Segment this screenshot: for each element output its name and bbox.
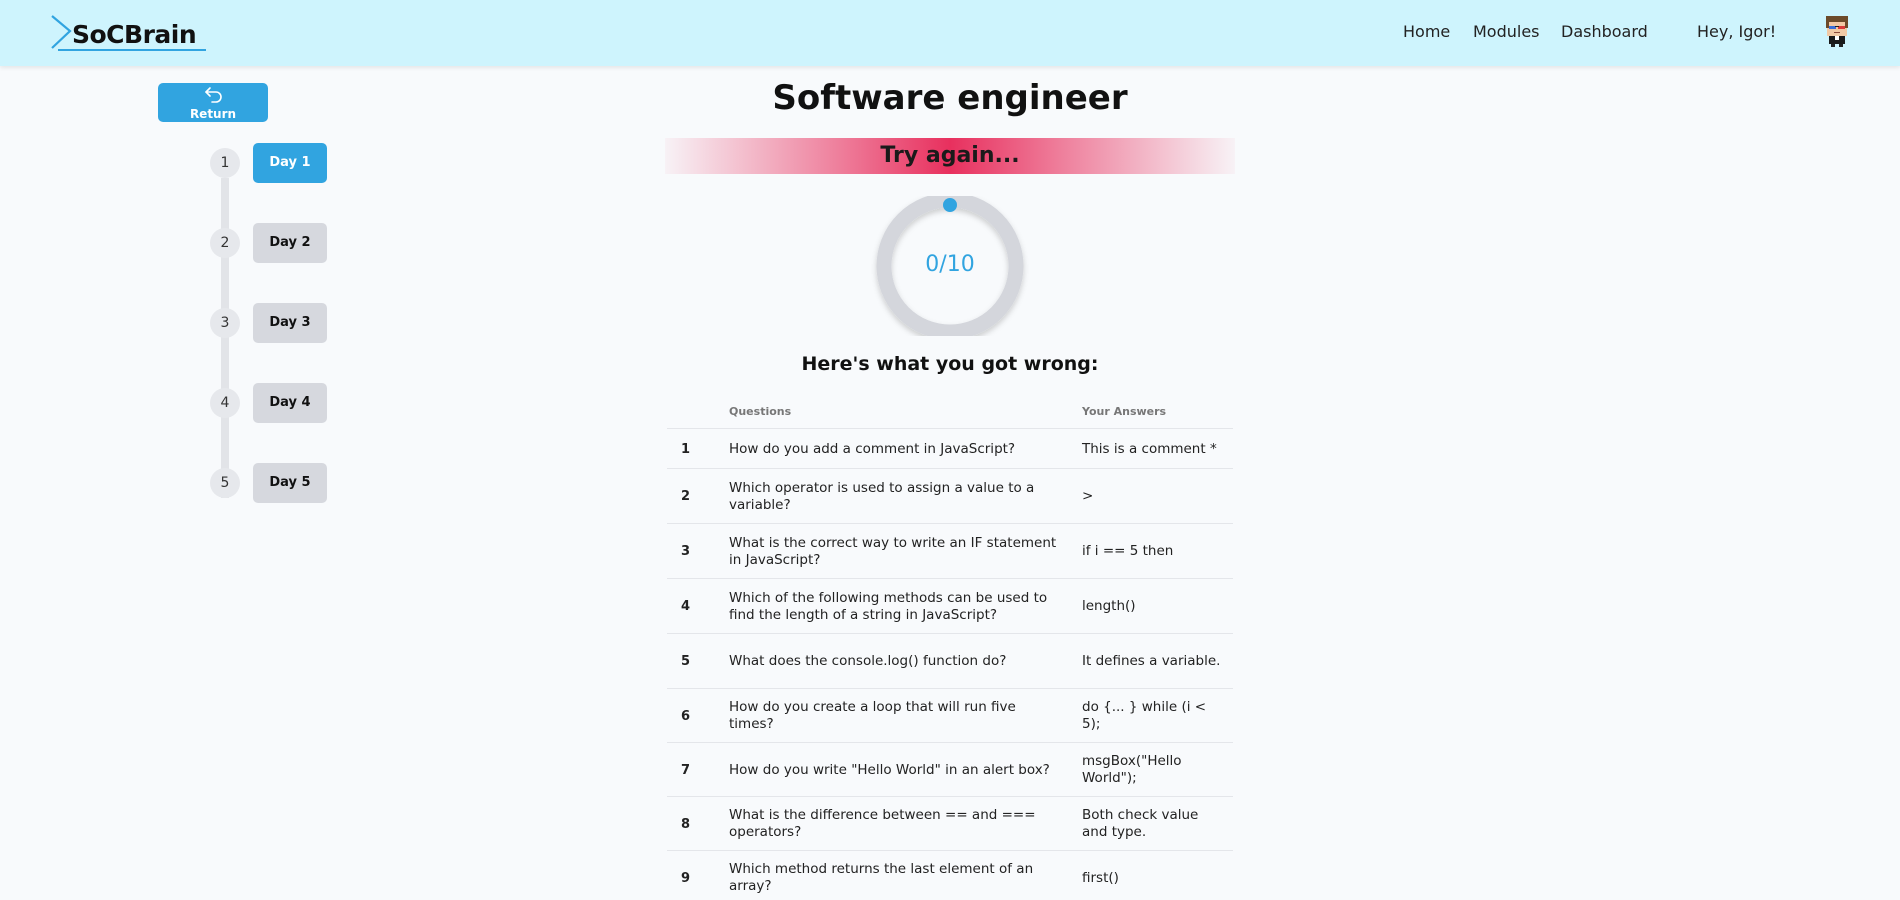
table-row: 3 What is the correct way to write an IF … xyxy=(667,523,1233,578)
table-row: 2 Which operator is used to assign a valu… xyxy=(667,468,1233,523)
table-row: 1 How do you add a comment in JavaScript?… xyxy=(667,428,1233,468)
row-number: 4 xyxy=(681,599,691,614)
score-text: 0/10 xyxy=(925,252,975,277)
day-button-1[interactable]: Day 1 xyxy=(253,143,327,183)
table-row: 5 What does the console.log() function do… xyxy=(667,633,1233,688)
table-row: 7 How do you write "Hello World" in an al… xyxy=(667,742,1233,796)
day-button-2[interactable]: Day 2 xyxy=(253,223,327,263)
day-button-4[interactable]: Day 4 xyxy=(253,383,327,423)
row-number: 3 xyxy=(681,544,691,559)
answer-text: This is a comment * xyxy=(1082,440,1217,457)
result-banner: Try again... xyxy=(665,138,1235,174)
table-header: Questions Your Answers xyxy=(667,398,1233,428)
logo-underline xyxy=(58,49,206,51)
answer-text: if i == 5 then xyxy=(1082,543,1174,559)
row-number: 1 xyxy=(681,441,691,457)
question-text: What is the correct way to write an IF s… xyxy=(729,534,1057,568)
undo-arrow-icon xyxy=(205,87,222,103)
answer-text: msgBox("Hello World"); xyxy=(1082,753,1182,786)
row-number: 9 xyxy=(681,870,691,886)
wrong-answers-table: Questions Your Answers 1 How do you add a… xyxy=(667,398,1233,900)
nav-dashboard-link[interactable]: Dashboard xyxy=(1561,22,1648,41)
nav-modules-link[interactable]: Modules xyxy=(1473,22,1540,41)
day-number-4: 4 xyxy=(210,388,240,418)
question-text: How do you add a comment in JavaScript? xyxy=(729,440,1016,457)
day-number-1: 1 xyxy=(210,148,240,178)
answer-text: first() xyxy=(1082,869,1119,886)
result-banner-text: Try again... xyxy=(880,143,1020,168)
row-number: 7 xyxy=(681,762,691,778)
page-title: Software engineer xyxy=(772,78,1128,118)
day-timeline-line xyxy=(221,178,229,498)
table-row: 8 What is the difference between == and =… xyxy=(667,796,1233,850)
answer-text: do {... } while (i < 5); xyxy=(1082,699,1207,732)
answer-text: It defines a variable. xyxy=(1082,653,1221,669)
row-number: 6 xyxy=(681,708,691,724)
answer-text: > xyxy=(1082,488,1094,504)
question-text: Which method returns the last element of… xyxy=(729,861,1034,894)
row-number: 2 xyxy=(681,489,691,504)
answer-text: length() xyxy=(1082,598,1136,614)
chevron-right-icon xyxy=(51,15,72,49)
avatar[interactable] xyxy=(1820,14,1854,48)
question-text: How do you write "Hello World" in an ale… xyxy=(729,761,1050,778)
return-button[interactable]: Return xyxy=(158,83,268,122)
day-number-5: 5 xyxy=(210,468,240,498)
top-navbar: SoCBrain Home Modules Dashboard Hey, Igo… xyxy=(0,0,1900,66)
day-button-5[interactable]: Day 5 xyxy=(253,463,327,503)
answer-text: Both check value and type. xyxy=(1082,807,1199,840)
logo-text: SoCBrain xyxy=(72,20,197,49)
questions-column-header: Questions xyxy=(729,405,792,418)
row-number: 8 xyxy=(681,816,691,832)
score-progress-dot xyxy=(943,198,957,212)
question-text: What does the console.log() function do? xyxy=(729,653,1007,669)
answers-column-header: Your Answers xyxy=(1082,405,1167,418)
day-button-3[interactable]: Day 3 xyxy=(253,303,327,343)
question-text: How do you create a loop that will run f… xyxy=(729,699,1016,732)
question-text: Which operator is used to assign a value… xyxy=(729,479,1035,513)
user-greeting: Hey, Igor! xyxy=(1697,22,1777,41)
question-text: What is the difference between == and ==… xyxy=(729,807,1036,840)
nav-home-link[interactable]: Home xyxy=(1403,22,1450,41)
row-number: 5 xyxy=(681,654,691,669)
table-row: 6 How do you create a loop that will run … xyxy=(667,688,1233,742)
question-text: Which of the following methods can be us… xyxy=(729,589,1048,623)
table-row: 4 Which of the following methods can be u… xyxy=(667,578,1233,633)
wrong-answers-heading: Here's what you got wrong: xyxy=(801,353,1099,375)
day-number-2: 2 xyxy=(210,228,240,258)
return-label: Return xyxy=(189,107,237,121)
table-row: 9 Which method returns the last element o… xyxy=(667,850,1233,900)
day-number-3: 3 xyxy=(210,308,240,338)
